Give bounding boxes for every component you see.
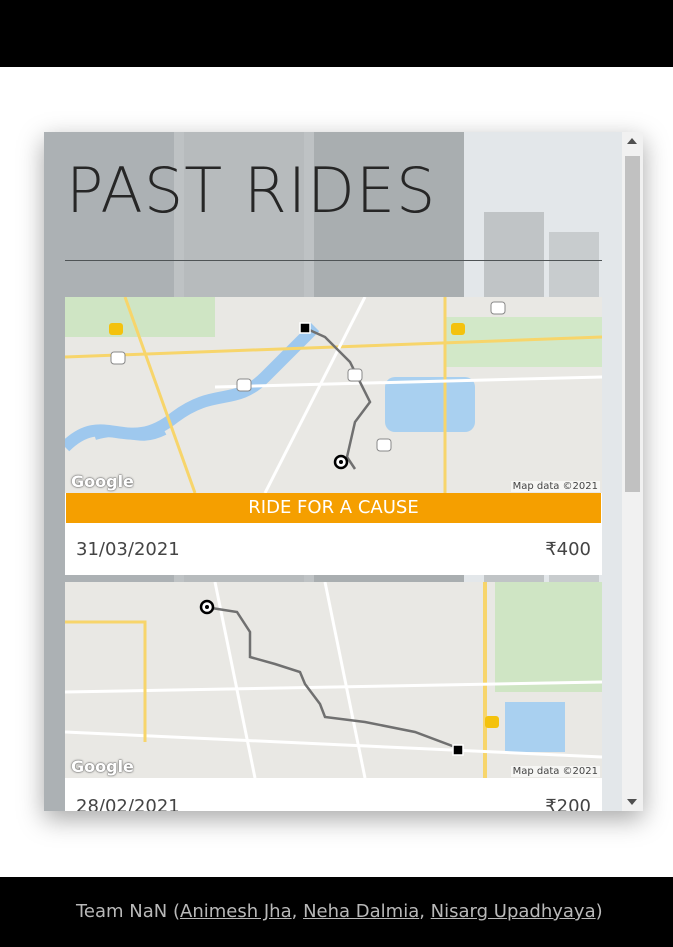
google-logo: Google: [71, 757, 134, 776]
team-prefix: Team NaN (: [76, 901, 181, 922]
footer-bar: Team NaN (Animesh Jha, Neha Dalmia, Nisa…: [0, 877, 673, 947]
top-bar: [0, 0, 673, 67]
ride-card[interactable]: Google Map data ©2021 28/02/2021 ₹200: [65, 582, 602, 811]
member-link-nisarg[interactable]: Nisarg Upadhyaya: [431, 901, 596, 922]
ride-price: ₹200: [545, 796, 591, 811]
route-map[interactable]: Google Map data ©2021: [65, 297, 602, 493]
ride-meta: 31/03/2021 ₹400: [65, 523, 602, 575]
dropoff-marker-icon: [299, 322, 311, 334]
ride-card[interactable]: Google Map data ©2021 RIDE FOR A CAUSE 3…: [65, 297, 602, 575]
ride-price: ₹400: [545, 539, 591, 560]
scrollbar-thumb[interactable]: [625, 156, 640, 492]
google-logo: Google: [71, 472, 134, 491]
separator: ,: [291, 901, 304, 922]
ride-for-a-cause-banner: RIDE FOR A CAUSE: [66, 493, 601, 523]
past-rides-panel: PAST RIDES Google Map data ©2021 RIDE FO…: [44, 132, 643, 811]
member-link-animesh[interactable]: Animesh Jha: [180, 901, 292, 922]
map-attribution[interactable]: Map data ©2021: [510, 481, 600, 492]
triangle-up-icon[interactable]: [627, 138, 637, 144]
dropoff-marker-icon: [452, 744, 464, 756]
ride-date: 31/03/2021: [76, 539, 180, 560]
background-photo: PAST RIDES Google Map data ©2021 RIDE FO…: [44, 132, 622, 811]
title-divider: [65, 260, 602, 261]
ride-date: 28/02/2021: [76, 796, 180, 811]
route-map[interactable]: Google Map data ©2021: [65, 582, 602, 778]
map-attribution[interactable]: Map data ©2021: [510, 766, 600, 777]
team-suffix: ): [595, 901, 603, 922]
team-credits: Team NaN (Animesh Jha, Neha Dalmia, Nisa…: [76, 901, 603, 922]
vertical-scrollbar[interactable]: [622, 132, 643, 811]
triangle-down-icon[interactable]: [627, 799, 637, 805]
ride-meta: 28/02/2021 ₹200: [65, 778, 602, 811]
page-title: PAST RIDES: [66, 154, 437, 227]
separator: ,: [419, 901, 431, 922]
member-link-neha[interactable]: Neha Dalmia: [303, 901, 419, 922]
